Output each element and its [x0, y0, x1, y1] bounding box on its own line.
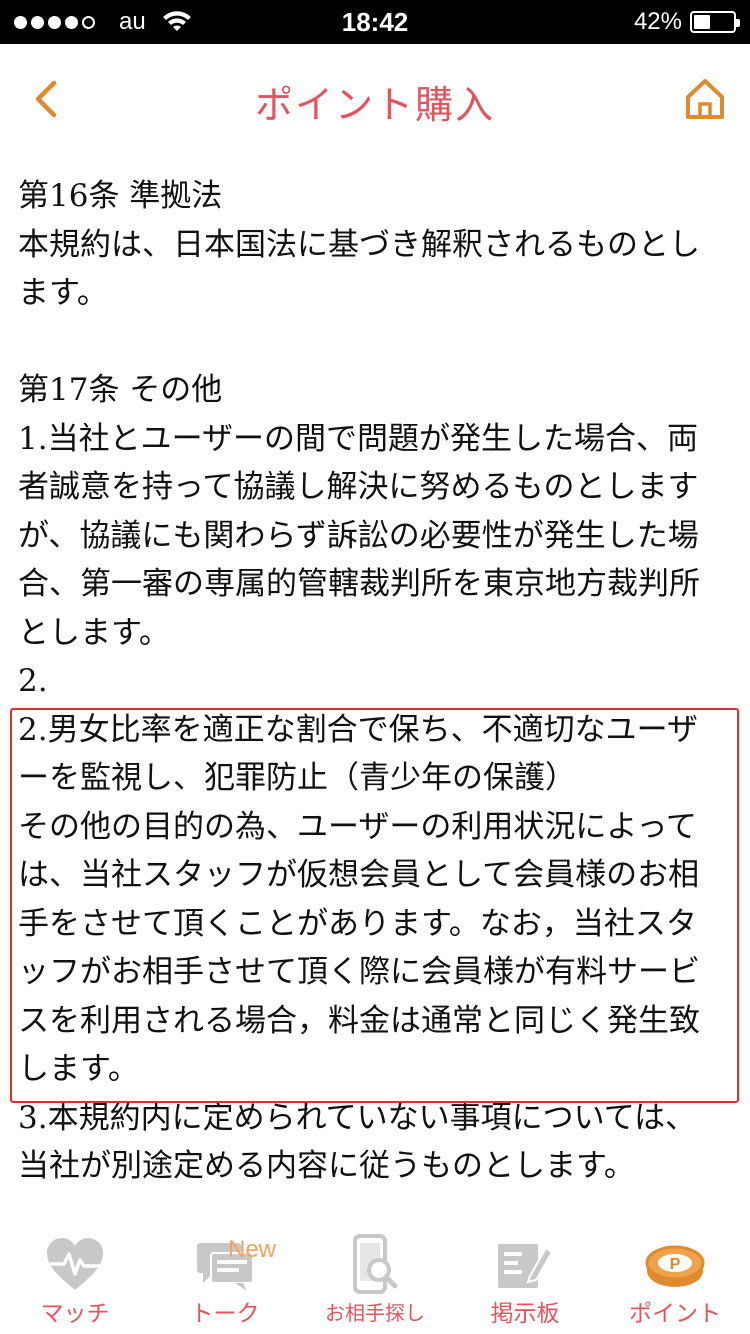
- tab-partner-search[interactable]: お相手探し: [300, 1226, 450, 1334]
- text-line: 合、第一審の専属的管轄裁判所を東京地方裁判所: [18, 566, 700, 602]
- text-line: 者誠意を持って協議し解決に努めるものとします: [18, 469, 699, 505]
- highlight-box: [10, 708, 739, 1103]
- tab-label: ポイント: [629, 1301, 721, 1327]
- tab-match[interactable]: マッチ: [0, 1226, 150, 1334]
- phone-search-icon: [340, 1234, 410, 1296]
- bulletin-board-icon: [490, 1234, 560, 1296]
- battery-icon: [690, 11, 740, 33]
- text-line: 2.: [18, 663, 48, 699]
- text-line: 1.当社とユーザーの間で問題が発生した場合、両: [18, 420, 698, 457]
- home-button[interactable]: [682, 74, 728, 124]
- tab-label: 掲示板: [490, 1301, 560, 1327]
- point-coin-icon: P: [640, 1234, 710, 1296]
- text-line: 第16条 準拠法: [18, 178, 223, 214]
- battery-fill: [694, 15, 710, 29]
- text-line: 当社が別途定める内容に従うものとします。: [18, 1148, 635, 1184]
- tab-point[interactable]: P ポイント: [600, 1226, 750, 1334]
- tab-bulletin-board[interactable]: 掲示板: [450, 1226, 600, 1334]
- tab-label: マッチ: [40, 1301, 110, 1327]
- tab-talk[interactable]: New トーク: [150, 1226, 300, 1334]
- text-line: 第17条 その他: [18, 372, 223, 408]
- svg-text:P: P: [670, 1256, 681, 1273]
- new-badge: New: [228, 1236, 277, 1263]
- status-right: 42%: [633, 0, 740, 44]
- text-line: とします。: [18, 614, 170, 651]
- text-line: 本規約は、日本国法に基づき解釈されるものとし: [18, 226, 700, 263]
- tab-label: トーク: [190, 1301, 260, 1327]
- battery-percent: 42%: [633, 8, 682, 35]
- nav-bar: ポイント購入: [0, 44, 750, 154]
- tab-bar: マッチ New トーク お相手探し 掲示板 P ポイント: [0, 1226, 750, 1334]
- status-bar: au 18:42 42%: [0, 0, 750, 44]
- page-title: ポイント購入: [254, 83, 495, 127]
- heartbeat-icon: [40, 1234, 110, 1296]
- text-line: ます。: [18, 275, 108, 311]
- home-icon: [686, 79, 724, 119]
- text-line: が、協議にも関わらず訴訟の必要性が発生した場: [18, 517, 699, 554]
- tab-label: お相手探し: [325, 1301, 425, 1325]
